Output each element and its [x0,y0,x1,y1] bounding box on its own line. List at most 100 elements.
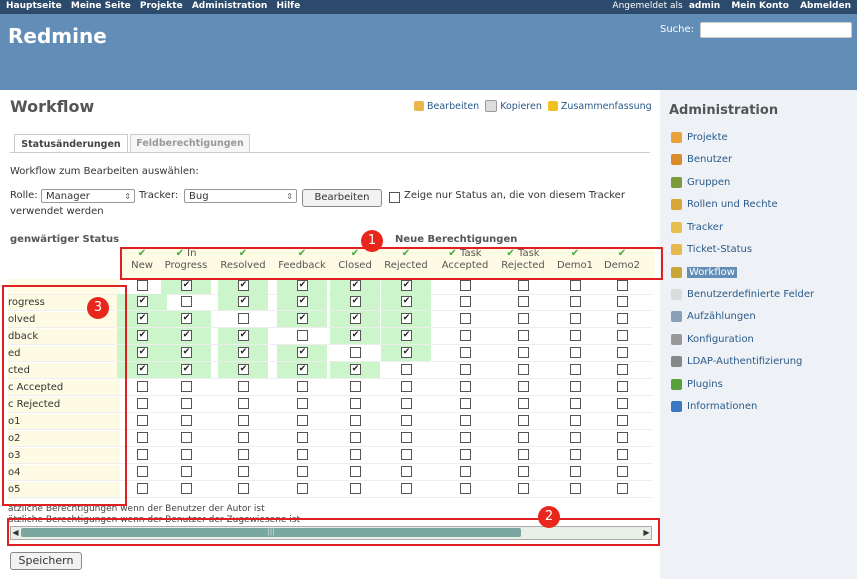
nav-projects[interactable]: Projekte [140,1,183,11]
transition-checkbox[interactable] [570,330,581,341]
transition-checkbox[interactable]: ✔ [350,296,361,307]
transition-checkbox[interactable] [460,398,471,409]
transition-checkbox[interactable] [181,398,192,409]
transition-checkbox[interactable] [401,415,412,426]
transition-checkbox[interactable]: ✔ [401,296,412,307]
transition-checkbox[interactable] [238,398,249,409]
transition-checkbox[interactable]: ✔ [401,347,412,358]
transition-checkbox[interactable]: ✔ [401,280,412,291]
transition-checkbox[interactable] [181,296,192,307]
transition-checkbox[interactable]: ✔ [350,364,361,375]
transition-checkbox[interactable] [518,280,529,291]
transition-checkbox[interactable] [297,415,308,426]
transition-checkbox[interactable]: ✔ [238,347,249,358]
transition-checkbox[interactable] [518,313,529,324]
transition-checkbox[interactable] [238,415,249,426]
nav-help[interactable]: Hilfe [276,1,300,11]
transition-checkbox[interactable] [617,330,628,341]
transition-checkbox[interactable] [297,381,308,392]
tab-status-changes[interactable]: Statusänderungen [14,134,128,153]
transition-checkbox[interactable] [350,432,361,443]
transition-checkbox[interactable] [518,415,529,426]
transition-checkbox[interactable] [570,280,581,291]
transition-checkbox[interactable] [181,381,192,392]
transition-checkbox[interactable] [518,483,529,494]
transition-checkbox[interactable] [518,466,529,477]
edit-link[interactable]: Bearbeiten [427,101,479,112]
transition-checkbox[interactable] [297,466,308,477]
transition-checkbox[interactable]: ✔ [350,313,361,324]
transition-checkbox[interactable] [570,364,581,375]
transition-checkbox[interactable] [238,449,249,460]
transition-checkbox[interactable] [460,347,471,358]
transition-checkbox[interactable] [137,432,148,443]
transition-checkbox[interactable] [401,381,412,392]
transition-checkbox[interactable]: ✔ [350,280,361,291]
transition-checkbox[interactable]: ✔ [297,313,308,324]
transition-checkbox[interactable] [617,432,628,443]
transition-checkbox[interactable] [617,466,628,477]
transition-checkbox[interactable] [460,296,471,307]
transition-checkbox[interactable] [181,415,192,426]
transition-checkbox[interactable] [518,296,529,307]
sidebar-item-settings[interactable]: Konfiguration [671,332,754,346]
transition-checkbox[interactable]: ✔ [297,347,308,358]
transition-checkbox[interactable]: ✔ [181,313,192,324]
transition-checkbox[interactable] [460,313,471,324]
summary-link[interactable]: Zusammenfassung [561,101,652,112]
transition-checkbox[interactable] [137,449,148,460]
transition-checkbox[interactable] [570,415,581,426]
transition-checkbox[interactable]: ✔ [181,280,192,291]
transition-checkbox[interactable] [518,432,529,443]
sidebar-item-plugin[interactable]: Plugins [671,377,723,391]
transition-checkbox[interactable] [401,432,412,443]
transition-checkbox[interactable] [570,347,581,358]
sidebar-item-info[interactable]: Informationen [671,399,757,413]
my-account-link[interactable]: Mein Konto [731,1,789,11]
transition-checkbox[interactable] [617,398,628,409]
transition-checkbox[interactable] [238,432,249,443]
transition-checkbox[interactable] [401,449,412,460]
transition-checkbox[interactable] [297,330,308,341]
sidebar-item-roles[interactable]: Rollen und Rechte [671,197,778,211]
transition-checkbox[interactable] [518,398,529,409]
copy-link[interactable]: Kopieren [500,101,542,112]
search-input[interactable] [700,22,852,38]
transition-checkbox[interactable] [181,466,192,477]
transition-checkbox[interactable] [350,415,361,426]
transition-checkbox[interactable] [617,280,628,291]
transition-checkbox[interactable]: ✔ [238,296,249,307]
transition-checkbox[interactable] [570,466,581,477]
transition-checkbox[interactable]: ✔ [181,347,192,358]
transition-checkbox[interactable] [460,330,471,341]
transition-checkbox[interactable] [460,415,471,426]
transition-checkbox[interactable] [570,449,581,460]
transition-checkbox[interactable]: ✔ [238,364,249,375]
transition-checkbox[interactable] [518,330,529,341]
transition-checkbox[interactable] [238,483,249,494]
transition-checkbox[interactable] [350,449,361,460]
transition-checkbox[interactable]: ✔ [181,330,192,341]
role-select[interactable]: Manager ⇕ [41,189,135,203]
transition-checkbox[interactable] [181,449,192,460]
transition-checkbox[interactable] [137,483,148,494]
transition-checkbox[interactable] [570,313,581,324]
transition-checkbox[interactable] [460,364,471,375]
logout-link[interactable]: Abmelden [800,1,851,11]
transition-checkbox[interactable] [401,364,412,375]
transition-checkbox[interactable] [297,398,308,409]
transition-checkbox[interactable]: ✔ [238,330,249,341]
nav-administration[interactable]: Administration [192,1,268,11]
sidebar-item-group[interactable]: Gruppen [671,175,730,189]
transition-checkbox[interactable] [617,313,628,324]
transition-checkbox[interactable] [460,466,471,477]
nav-my-page[interactable]: Meine Seite [71,1,131,11]
transition-checkbox[interactable] [570,432,581,443]
transition-checkbox[interactable] [617,449,628,460]
sidebar-item-user[interactable]: Benutzer [671,152,732,166]
transition-checkbox[interactable]: ✔ [401,330,412,341]
transition-checkbox[interactable] [617,364,628,375]
transition-checkbox[interactable] [570,398,581,409]
transition-checkbox[interactable] [401,398,412,409]
transition-checkbox[interactable]: ✔ [350,330,361,341]
